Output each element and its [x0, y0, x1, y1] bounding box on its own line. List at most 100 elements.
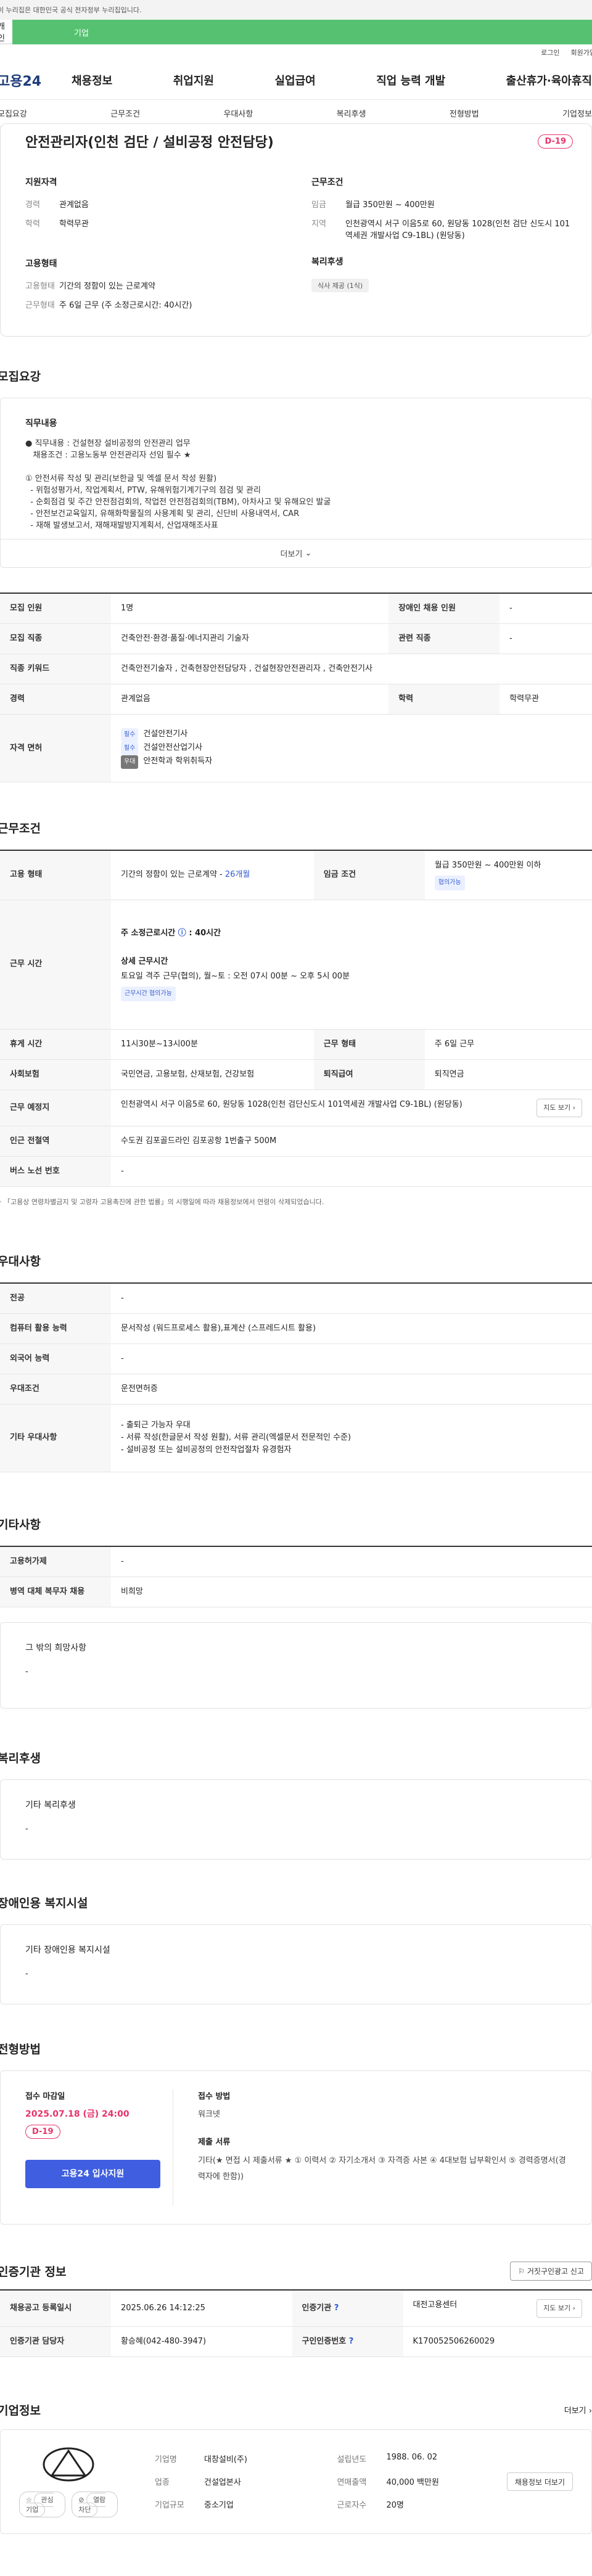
founded-label: 설립년도	[337, 2455, 367, 2464]
gnb-item-training[interactable]: 직업 능력 개발	[376, 72, 445, 88]
subnav-prefer[interactable]: 우대사항	[223, 107, 253, 119]
duty-line: - 안전보건교육일지, 유해화학물질의 사용계획 및 관리, 신단비 사용내역서…	[25, 509, 300, 519]
subnav-work[interactable]: 근무조건	[110, 107, 140, 119]
join-link[interactable]: 회원가입	[571, 47, 592, 57]
recruit-table: 모집 인원 1명 장애인 채용 인원 - 모집 직종 건축안전·환경·품질·에너…	[0, 593, 592, 782]
employ-type-text: 기간의 정함이 있는 근로계약 -	[121, 870, 225, 880]
bus-value: -	[111, 1156, 592, 1187]
career-value: 관계없음	[111, 684, 389, 715]
founded-value: 1988. 06. 02	[386, 2453, 438, 2462]
place-value: 지도 보기 › 인천광역시 서구 이음5로 60, 원당동 1028(인천 검단신…	[111, 1089, 592, 1126]
size-value: 중소기업	[204, 2501, 234, 2510]
tab-company[interactable]: 기업	[12, 20, 592, 44]
education-value: 학력무관	[59, 219, 89, 229]
deadline-label: 접수 마감일	[25, 2091, 65, 2101]
subnav-recruit[interactable]: 모집요강	[0, 107, 27, 119]
subway-value: 수도권 김포골드라인 김포공항 1번출구 500M	[111, 1126, 592, 1157]
report-button[interactable]: ⚐ 거짓구인광고 신고	[510, 2261, 592, 2281]
gnb-item-benefit[interactable]: 실업급여	[275, 72, 316, 88]
career-label: 경력	[0, 684, 111, 715]
employees-label: 근로자수	[337, 2501, 367, 2510]
report-icon: ⚐	[518, 2266, 527, 2276]
weekly-hours-title: 주 소정근로시간	[121, 929, 176, 938]
welfare-title: 복리후생	[0, 1751, 41, 1765]
chevron-right-icon: ›	[588, 2406, 592, 2416]
weekly-hours-value: 40시간	[195, 929, 221, 938]
gnb-item-support[interactable]: 취업지원	[173, 72, 214, 88]
severance-value: 퇴직연금	[424, 1059, 592, 1090]
subnav-company[interactable]: 기업정보	[562, 107, 592, 119]
help-icon[interactable]: ?	[334, 2303, 339, 2313]
welfare-heading: 복리후생	[311, 257, 343, 267]
hire-more-button[interactable]: 채용정보 더보기	[506, 2472, 573, 2491]
computer-label: 컴퓨터 활용 능력	[0, 1313, 111, 1344]
disabled-box-value: -	[25, 1969, 28, 1979]
gnb-item-leave[interactable]: 출산휴가·육아휴직	[506, 72, 592, 88]
wish-value: -	[25, 1667, 28, 1676]
employ-value: 기간의 정함이 있는 근로계약	[59, 282, 155, 291]
license-list: 필수 건설안전기사 필수 건설안전산업기사 우대 안전학과 학위취득자	[111, 714, 592, 782]
company-name-label: 기업명	[155, 2455, 177, 2464]
agency-map-button[interactable]: 지도 보기 ›	[536, 2299, 582, 2318]
apply-button[interactable]: 고용24 입사지원	[25, 2159, 160, 2188]
duty-line: 채용조건 : 고용노동부 안전관리자 선임 필수 ★	[25, 451, 191, 460]
inst-value: 지도 보기 › 대전고용센터	[403, 2289, 592, 2327]
disabled-label: 장애인 채용 인원	[388, 593, 500, 624]
info-icon: ⓘ	[178, 929, 186, 938]
worktype-value: 주 6일 근무 (주 소정근로시간: 40시간)	[59, 301, 192, 310]
job-label: 모집 직종	[0, 623, 111, 654]
chevron-right-icon: ›	[572, 1103, 575, 1112]
dday-badge: D-19	[538, 134, 573, 149]
license-label: 자격 면허	[0, 714, 111, 782]
wage-label: 임금	[311, 200, 326, 210]
login-link[interactable]: 로그인	[541, 47, 559, 57]
preferred-tag: 우대	[121, 755, 139, 769]
insurance-value: 국민연금, 고용보험, 산재보험, 건강보험	[111, 1059, 314, 1090]
edu-label: 학력	[388, 684, 500, 715]
revenue-label: 연매출액	[337, 2478, 367, 2487]
region-value: 인천광역시 서구 이음5로 60, 원당동 1028(인천 검단 신도시 101…	[345, 219, 570, 240]
help-icon[interactable]: ?	[349, 2337, 354, 2346]
etc-item: - 출퇴근 가능자 우대	[121, 1421, 191, 1430]
gov-banner: 이 누리집은 대한민국 공식 전자정부 누리집입니다.	[0, 0, 592, 20]
block-button[interactable]: ⊘ 열람차단	[72, 2491, 118, 2517]
company-more-link[interactable]: 더보기 ›	[564, 2404, 592, 2416]
duty-line	[25, 461, 567, 473]
duty-box: 직무내용 ● 직무내용 : 건설현장 설비공정의 안전관리 업무 채용조건 : …	[0, 398, 592, 568]
docs-label: 제출 서류	[198, 2137, 231, 2147]
etc-label: 기타 우대사항	[0, 1404, 111, 1472]
gnb-item-jobs[interactable]: 채용정보	[72, 72, 112, 88]
recruit-title: 모집요강	[0, 370, 41, 384]
permit-label: 고용허가제	[0, 1546, 111, 1577]
company-more-label: 더보기	[564, 2406, 586, 2416]
site-logo[interactable]: 고용24	[0, 70, 72, 90]
inst-label: 인증기관 ?	[292, 2289, 403, 2327]
cond-value: 운전면허증	[111, 1374, 592, 1405]
more-button[interactable]: 더보기 ⌄	[1, 539, 591, 567]
job-value: 건축안전·환경·품질·에너지관리 기술자	[111, 623, 389, 654]
tab-personal[interactable]: 개인	[0, 20, 12, 44]
detail-hours-value: 토요일 격주 근무(협의), 월~토 : 오전 07시 00분 ~ 오후 5시 …	[121, 972, 350, 981]
map-button[interactable]: 지도 보기 ›	[536, 1098, 582, 1117]
welfare-tag: 식사 제공 (1식)	[311, 279, 369, 292]
company-logo-icon	[43, 2447, 94, 2481]
welfare-box-value: -	[25, 1824, 28, 1834]
related-value: -	[500, 623, 592, 654]
subnav-welfare[interactable]: 복리후생	[337, 107, 366, 119]
subnav-apply[interactable]: 전형방법	[450, 107, 479, 119]
more-label: 더보기	[280, 550, 303, 559]
apply-title: 전형방법	[0, 2042, 41, 2056]
interest-button[interactable]: ☆ 관심기업	[19, 2491, 66, 2517]
place-label: 근무 예정지	[0, 1089, 111, 1126]
shift-label: 근무 형태	[313, 1029, 425, 1060]
disabled-section: 장애인용 복지시설 기타 장애인용 복지시설 -	[0, 1894, 592, 2004]
id-label-text: 구인인증번호	[302, 2336, 347, 2346]
apply-box: 접수 마감일 2025.07.18 (금) 24:00 D-19 고용24 입사…	[0, 2070, 592, 2225]
lang-label: 외국어 능력	[0, 1343, 111, 1374]
permit-value: -	[111, 1546, 592, 1577]
military-label: 병역 대체 복무자 채용	[0, 1577, 111, 1607]
employees-value: 20명	[386, 2501, 404, 2510]
recruit-section: 모집요강 직무내용 ● 직무내용 : 건설현장 설비공정의 안전관리 업무 채용…	[0, 367, 592, 782]
duty-line: ① 안전서류 작성 및 관리(보한글 및 엑셀 문서 작성 원활)	[25, 474, 217, 483]
age-note: • 「고용상 연령차별금지 및 고령자 고용촉진에 관한 법률」의 시행일에 따…	[0, 1197, 592, 1207]
